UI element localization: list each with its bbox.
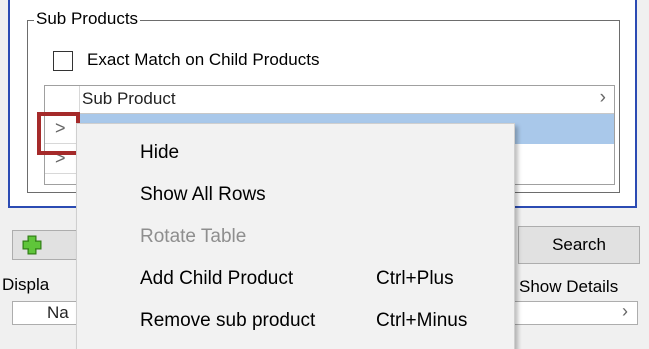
add-button[interactable] xyxy=(12,230,82,260)
menu-item-hide[interactable]: Hide xyxy=(77,134,514,174)
menu-item-label: Show All Rows xyxy=(140,184,266,205)
plus-icon xyxy=(22,235,42,255)
sub-products-window: Sub Products Exact Match on Child Produc… xyxy=(0,0,649,349)
chevron-right-icon[interactable]: › xyxy=(622,301,628,322)
menu-item-label: Rotate Table xyxy=(140,226,247,247)
menu-item-remove-sub-product[interactable]: Remove sub product Ctrl+Minus xyxy=(77,302,514,342)
menu-item-label: Remove sub product xyxy=(140,310,316,331)
menu-item-label: Add Child Product xyxy=(140,268,294,289)
menu-item-label: Hide xyxy=(140,142,180,163)
exact-match-checkbox[interactable] xyxy=(53,51,73,71)
column-expand-chevron-icon[interactable]: › xyxy=(600,87,606,109)
column-header-sub-product[interactable]: Sub Product xyxy=(82,89,176,109)
menu-item-shortcut: Ctrl+Minus xyxy=(376,310,468,331)
show-details-label[interactable]: Show Details xyxy=(519,277,618,297)
grid-corner-cell xyxy=(45,86,80,113)
context-menu: Hide Show All Rows Rotate Table Add Chil… xyxy=(76,123,515,349)
search-button[interactable]: Search xyxy=(518,226,640,264)
menu-item-shortcut: Ctrl+Plus xyxy=(376,268,454,289)
menu-item-rotate-table: Rotate Table xyxy=(77,218,514,258)
grid-header: Sub Product › xyxy=(45,86,614,114)
highlight-box xyxy=(37,112,80,155)
menu-item-show-all-rows[interactable]: Show All Rows xyxy=(77,176,514,216)
exact-match-label[interactable]: Exact Match on Child Products xyxy=(87,49,319,71)
menu-item-add-child-product[interactable]: Add Child Product Ctrl+Plus xyxy=(77,260,514,300)
display-label: Displa xyxy=(2,275,50,294)
groupbox-title: Sub Products xyxy=(34,8,141,30)
display-field-text: Na xyxy=(47,303,69,322)
